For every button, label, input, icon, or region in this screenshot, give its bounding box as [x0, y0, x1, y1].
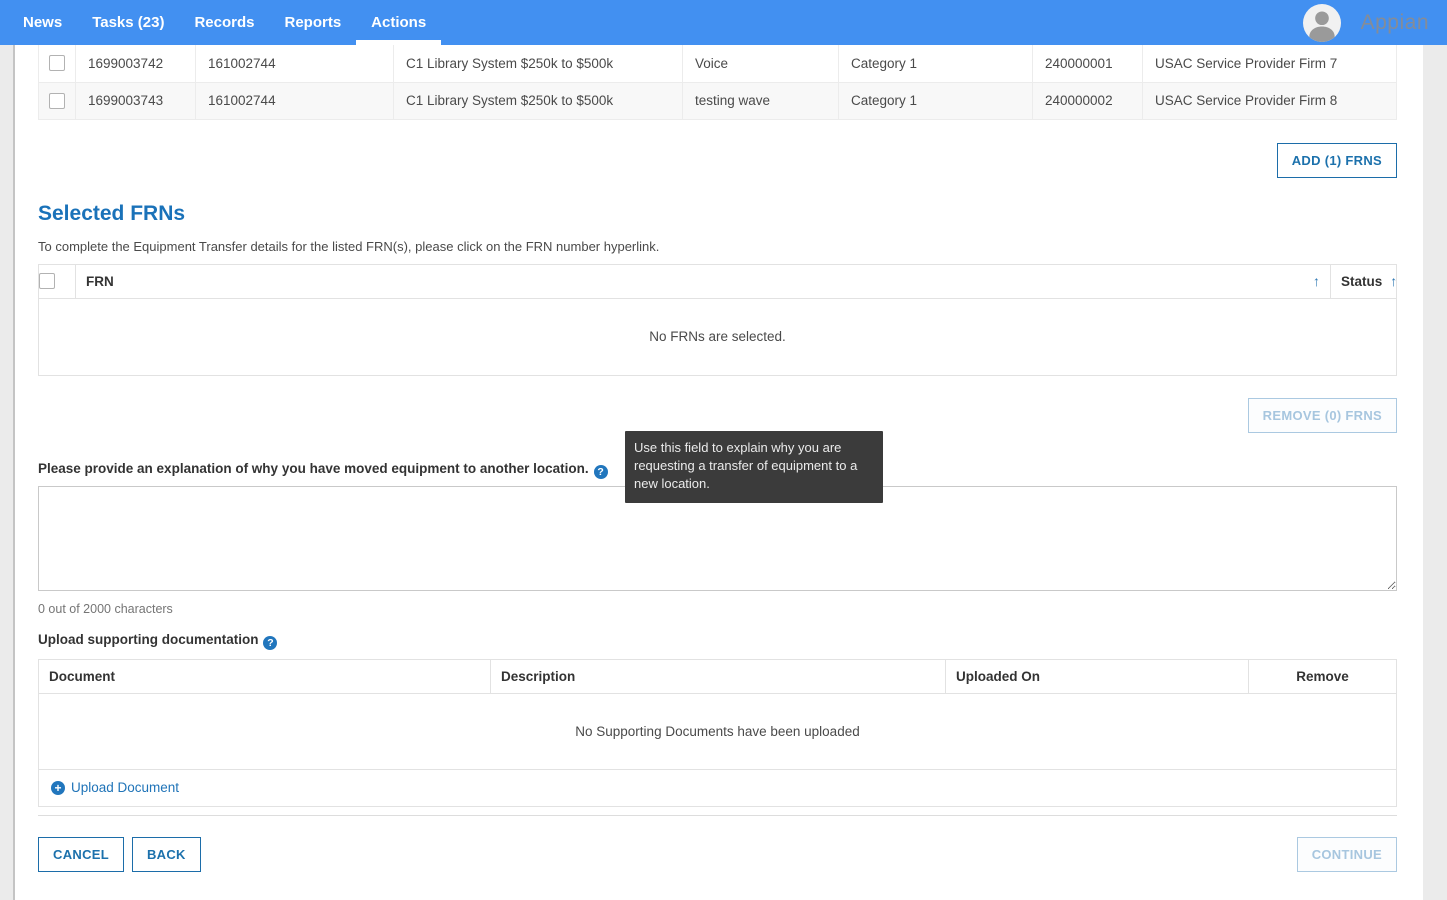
service-type-cell: testing wave	[682, 82, 839, 120]
nav-item-tasks[interactable]: Tasks (23)	[77, 0, 179, 45]
sort-ascending-icon: ↑	[1390, 273, 1398, 289]
nav-item-actions[interactable]: Actions	[356, 0, 442, 45]
upload-document-label: Upload Document	[71, 780, 180, 795]
explanation-label: Please provide an explanation of why you…	[38, 460, 589, 476]
upload-document-link[interactable]: + Upload Document	[51, 780, 179, 795]
selected-frns-heading: Selected FRNs	[38, 201, 186, 225]
nickname-cell: C1 Library System $250k to $500k	[393, 82, 683, 120]
application-number-cell: 161002744	[195, 45, 394, 83]
appian-logo: Appian	[1360, 10, 1429, 34]
row-select-checkbox[interactable]	[49, 92, 65, 109]
footer-button-bar: CANCEL BACK CONTINUE	[38, 836, 1397, 872]
remove-frns-button[interactable]: REMOVE (0) FRNS	[1247, 397, 1397, 433]
character-counter: 0 out of 2000 characters	[38, 601, 173, 616]
frn-column-label: FRN	[86, 273, 114, 289]
status-column-header[interactable]: Status ↑	[1330, 264, 1398, 299]
selected-frns-table: FRN ↑ Status ↑ No FRNs are selected.	[38, 263, 1398, 376]
upload-documentation-label: Upload supporting documentation	[38, 631, 259, 647]
service-provider-cell: USAC Service Provider Firm 8	[1142, 82, 1397, 120]
continue-button[interactable]: CONTINUE	[1296, 836, 1397, 872]
description-column-header: Description	[490, 659, 946, 694]
spin-cell: 240000002	[1032, 82, 1143, 120]
spin-cell: 240000001	[1032, 45, 1143, 83]
no-frns-message: No FRNs are selected.	[38, 298, 1397, 376]
add-frns-button[interactable]: ADD (1) FRNS	[1276, 142, 1397, 178]
selected-frns-instruction: To complete the Equipment Transfer detai…	[38, 238, 660, 254]
footer-divider	[38, 814, 1397, 816]
nickname-cell: C1 Library System $250k to $500k	[393, 45, 683, 83]
table-row: 1699003742 161002744 C1 Library System $…	[38, 45, 1397, 83]
remove-column-header: Remove	[1248, 659, 1397, 694]
uploaded-on-column-header: Uploaded On	[945, 659, 1249, 694]
user-icon	[1303, 4, 1341, 42]
user-avatar[interactable]	[1302, 3, 1341, 42]
cancel-button[interactable]: CANCEL	[38, 836, 124, 872]
row-select-checkbox[interactable]	[49, 55, 65, 72]
no-documents-message: No Supporting Documents have been upload…	[38, 693, 1397, 770]
frn-column-header[interactable]: FRN ↑	[75, 264, 1331, 299]
service-type-cell: Voice	[682, 45, 839, 83]
documents-table: Document Description Uploaded On Remove …	[38, 658, 1397, 807]
top-navigation-bar: News Tasks (23) Records Reports Actions …	[0, 0, 1447, 45]
help-icon[interactable]: ?	[263, 635, 278, 650]
service-provider-cell: USAC Service Provider Firm 7	[1142, 45, 1397, 83]
application-number-cell: 161002744	[195, 82, 394, 120]
status-column-label: Status	[1341, 273, 1383, 289]
sort-ascending-icon: ↑	[1313, 273, 1320, 289]
table-row: 1699003743 161002744 C1 Library System $…	[38, 82, 1397, 120]
nav-item-news[interactable]: News	[8, 0, 77, 45]
explanation-tooltip: Use this field to explain why you are re…	[625, 430, 883, 503]
help-icon[interactable]: ?	[593, 464, 608, 479]
document-column-header: Document	[38, 659, 491, 694]
category-cell: Category 1	[838, 82, 1033, 120]
add-icon: +	[51, 780, 65, 795]
nav-item-records[interactable]: Records	[179, 0, 269, 45]
frn-cell: 1699003743	[75, 82, 196, 120]
nav-item-reports[interactable]: Reports	[269, 0, 356, 45]
select-all-checkbox[interactable]	[39, 273, 55, 290]
nav-right-group: Appian	[1302, 0, 1433, 45]
explanation-section: Please provide an explanation of why you…	[38, 430, 1397, 616]
main-content-card: 1699003742 161002744 C1 Library System $…	[13, 45, 1423, 900]
frn-results-table: 1699003742 161002744 C1 Library System $…	[38, 45, 1397, 120]
category-cell: Category 1	[838, 45, 1033, 83]
back-button[interactable]: BACK	[131, 836, 201, 872]
frn-cell: 1699003742	[75, 45, 196, 83]
